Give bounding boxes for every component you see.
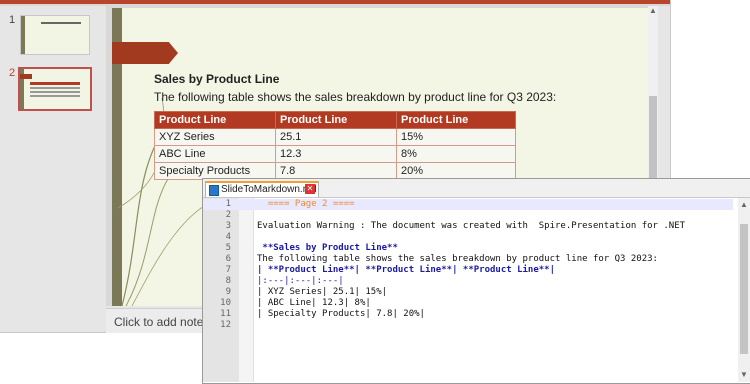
editor-line[interactable]: 8 |:---|:---|:---| <box>203 276 733 287</box>
table-cell: 7.8 <box>275 162 397 180</box>
editor-line[interactable]: 9 | XYZ Series| 25.1| 15%| <box>203 287 733 298</box>
editor-line[interactable]: 1 ==== Page 2 ==== <box>203 199 733 210</box>
slide-thumbnail-pane: 1 2 <box>0 6 106 332</box>
line-text: The following table shows the sales brea… <box>257 254 658 264</box>
thumbnail-number: 2 <box>9 67 16 79</box>
notes-placeholder[interactable]: Click to add notes <box>114 315 209 329</box>
table-cell: 25.1 <box>275 128 397 146</box>
table-row: Specialty Products 7.8 20% <box>154 162 516 180</box>
table-cell: 12.3 <box>275 145 397 163</box>
tab-filename: SlideToMarkdown.md <box>221 184 317 195</box>
scrollbar-thumb[interactable] <box>740 224 748 354</box>
close-tab-icon[interactable]: ✕ <box>305 184 315 194</box>
editor-line[interactable]: 7 | **Product Line**| **Product Line**| … <box>203 265 733 276</box>
line-text: Evaluation Warning : The document was cr… <box>257 221 686 231</box>
table-row: XYZ Series 25.1 15% <box>154 128 516 146</box>
slide-title-arrow-shape <box>112 42 178 64</box>
editor-line[interactable]: 3 Evaluation Warning : The document was … <box>203 221 733 232</box>
table-cell: ABC Line <box>154 145 276 163</box>
slide-subtitle[interactable]: The following table shows the sales brea… <box>154 90 556 104</box>
scroll-up-icon[interactable]: ▲ <box>648 6 658 16</box>
file-icon <box>209 185 219 196</box>
editor-tab-bar: SlideToMarkdown.md ✕ <box>203 179 750 198</box>
line-text: | **Product Line**| **Product Line**| **… <box>257 265 556 275</box>
table-cell: 8% <box>396 145 516 163</box>
thumbnail-number: 1 <box>9 14 16 26</box>
table-cell: Specialty Products <box>154 162 276 180</box>
editor-line[interactable]: 6 The following table shows the sales br… <box>203 254 733 265</box>
editor-line[interactable]: 11 | Specialty Products| 7.8| 20%| <box>203 309 733 320</box>
scroll-up-icon[interactable]: ▲ <box>738 200 750 210</box>
editor-file-tab[interactable]: SlideToMarkdown.md ✕ <box>205 181 319 197</box>
line-text: |:---|:---|:---| <box>257 276 344 286</box>
line-text: ==== Page 2 ==== <box>257 199 355 209</box>
line-text: | ABC Line| 12.3| 8%| <box>257 298 371 308</box>
slide-thumbnail-2[interactable] <box>18 67 92 111</box>
line-text: **Sales by Product Line** <box>257 243 398 253</box>
slide-title[interactable]: Sales by Product Line <box>154 72 279 86</box>
editor-line[interactable]: 5 **Sales by Product Line** <box>203 243 733 254</box>
editor-line[interactable]: 4 <box>203 232 733 243</box>
sales-table[interactable]: Product Line Product Line Product Line X… <box>154 111 516 180</box>
slide-thumbnail-1[interactable] <box>20 15 90 55</box>
scroll-down-icon[interactable]: ▼ <box>738 370 750 380</box>
table-cell: 15% <box>396 128 516 146</box>
editor-line[interactable]: 10 | ABC Line| 12.3| 8%| <box>203 298 733 309</box>
table-header-cell: Product Line <box>154 111 276 129</box>
line-text: | Specialty Products| 7.8| 20%| <box>257 309 425 319</box>
table-cell: 20% <box>396 162 516 180</box>
editor-scrollbar[interactable]: ▲ ▼ <box>738 198 750 382</box>
table-header-cell: Product Line <box>275 111 397 129</box>
table-cell: XYZ Series <box>154 128 276 146</box>
table-header-row: Product Line Product Line Product Line <box>154 111 516 129</box>
text-editor-window: SlideToMarkdown.md ✕ 1 ==== Page 2 ==== … <box>202 178 750 384</box>
table-header-cell: Product Line <box>396 111 516 129</box>
line-text: | XYZ Series| 25.1| 15%| <box>257 287 388 297</box>
editor-line[interactable]: 2 <box>203 210 733 221</box>
table-row: ABC Line 12.3 8% <box>154 145 516 163</box>
editor-line[interactable]: 12 <box>203 320 733 331</box>
